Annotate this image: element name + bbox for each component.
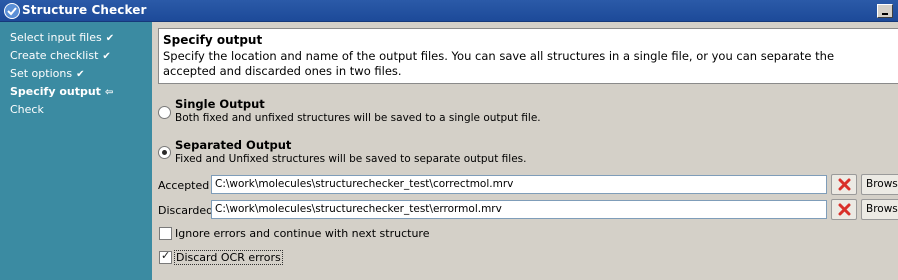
step-header: Specify output Specify the location and … <box>158 28 898 84</box>
single-output-description: Both fixed and unfixed structures will b… <box>175 112 541 124</box>
window-title: Structure Checker <box>22 3 147 17</box>
minimize-button[interactable] <box>877 4 893 18</box>
title-bar: Structure Checker <box>0 0 898 22</box>
discard-ocr-label: Discard OCR errors <box>174 250 283 265</box>
completed-check-icon: ✔ <box>76 69 85 80</box>
step-label: Set options <box>10 67 73 80</box>
ignore-errors-label: Ignore errors and continue with next str… <box>175 227 430 240</box>
output-panel: Specify output Specify the location and … <box>152 22 898 280</box>
separated-output-radio[interactable] <box>158 146 171 159</box>
accepted-label: Accepted <box>158 179 210 192</box>
step-select-input-files[interactable]: Select input files ✔ <box>10 31 114 44</box>
discard-ocr-checkbox[interactable] <box>159 249 172 264</box>
step-label: Specify output <box>10 85 101 98</box>
ignore-errors-checkbox[interactable] <box>159 227 172 240</box>
current-step-arrow-icon: ⇦ <box>104 87 114 98</box>
page-title: Specify output <box>163 33 263 47</box>
clear-accepted-button[interactable] <box>831 174 857 195</box>
step-label: Create checklist <box>10 49 99 62</box>
accepted-file-field[interactable]: C:\work\molecules\structurechecker_test\… <box>211 175 827 194</box>
single-output-radio[interactable] <box>158 106 171 119</box>
step-specify-output[interactable]: Specify output ⇦ <box>10 85 113 98</box>
separated-output-description: Fixed and Unfixed structures will be sav… <box>175 153 527 165</box>
step-check[interactable]: Check <box>10 103 44 116</box>
step-label: Check <box>10 103 44 116</box>
single-output-title: Single Output <box>175 97 265 111</box>
discarded-label: Discarded <box>158 204 214 217</box>
step-set-options[interactable]: Set options ✔ <box>10 67 84 80</box>
clear-x-icon <box>838 203 851 216</box>
discarded-file-field[interactable]: C:\work\molecules\structurechecker_test\… <box>211 200 827 219</box>
separated-output-title: Separated Output <box>175 138 292 152</box>
app-check-icon <box>4 3 20 19</box>
completed-check-icon: ✔ <box>105 33 115 44</box>
browse-accepted-button[interactable]: Browse <box>861 174 898 195</box>
page-description: Specify the location and name of the out… <box>163 49 835 78</box>
browse-discarded-button[interactable]: Browse <box>861 199 898 220</box>
clear-x-icon <box>838 178 851 191</box>
clear-discarded-button[interactable] <box>831 199 857 220</box>
completed-check-icon: ✔ <box>102 51 111 62</box>
step-label: Select input files <box>10 31 102 44</box>
wizard-steps-sidebar: Select input files ✔ Create checklist ✔ Se… <box>0 22 152 280</box>
step-create-checklist[interactable]: Create checklist ✔ <box>10 49 111 62</box>
